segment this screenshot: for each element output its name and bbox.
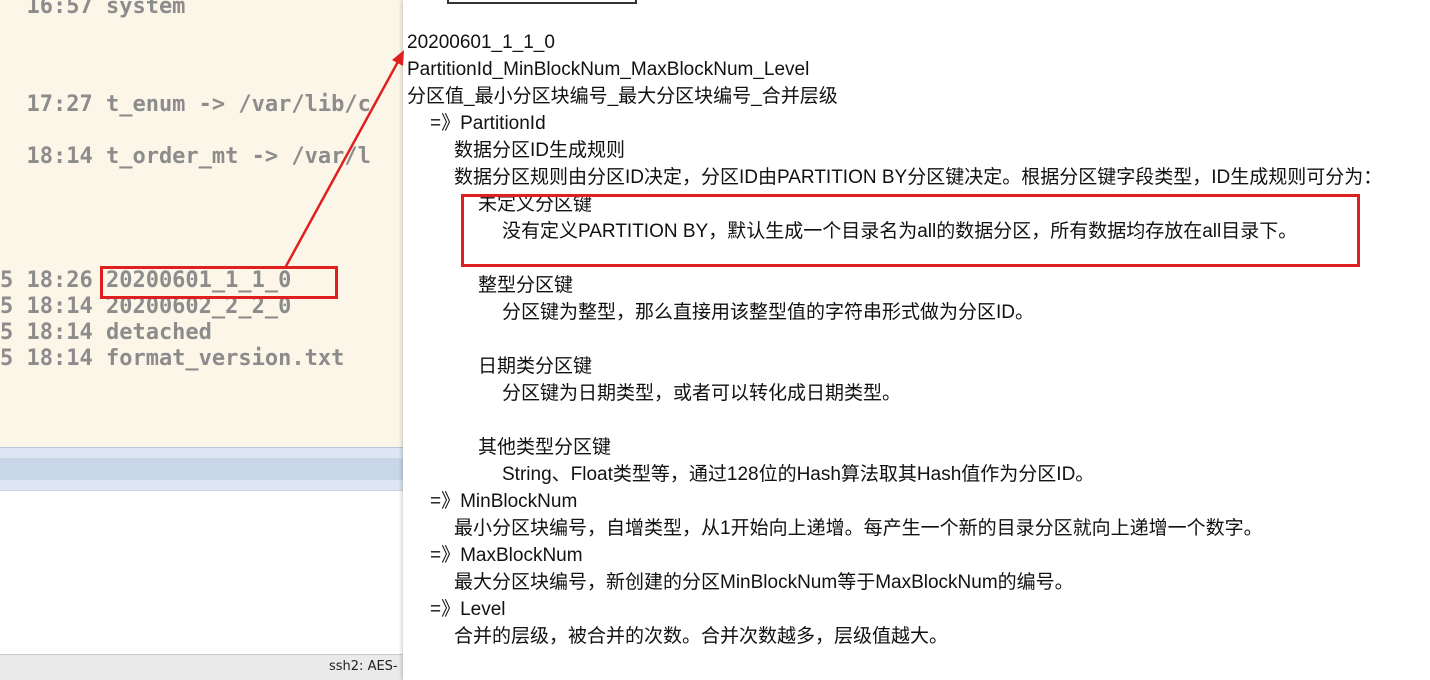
terminal-output[interactable]: 16:57 system 17:27 t_enum -> /var/lib/c … [0,0,403,447]
doc-line: String、Float类型等，通过128位的Hash算法取其Hash值作为分区… [502,464,1095,485]
doc-line: 日期类分区键 [478,356,593,377]
terminal-command-area[interactable] [0,491,403,654]
terminal-highlight-box [100,266,338,299]
terminal-line: 5 18:14 detached [0,320,212,345]
doc-line: 分区键为日期类型，或者可以转化成日期类型。 [502,383,902,404]
doc-line: =》PartitionId [430,113,546,134]
doc-line: 最大分区块编号，新创建的分区MinBlockNum等于MaxBlockNum的编… [454,572,1074,593]
doc-line: 分区值_最小分区块编号_最大分区块编号_合并层级 [407,86,838,107]
doc-line: =》MaxBlockNum [430,545,583,566]
terminal-line: 17:27 t_enum -> /var/lib/c [0,92,371,117]
doc-line: 其他类型分区键 [478,437,612,458]
cropped-code-box-fragment [447,0,637,4]
doc-line: PartitionId_MinBlockNum_MaxBlockNum_Leve… [407,59,810,80]
terminal-horizontal-scrollbar[interactable] [0,447,403,491]
doc-line: 分区键为整型，那么直接用该整型值的字符串形式做为分区ID。 [502,302,1035,323]
doc-line: 合并的层级，被合并的次数。合并次数越多，层级值越大。 [454,626,949,647]
doc-line: =》Level [430,599,506,620]
doc-line: 最小分区块编号，自增类型，从1开始向上递增。每产生一个新的目录分区就向上递增一个… [454,518,1263,539]
doc-line: 数据分区ID生成规则 [454,140,626,161]
doc-highlight-box [461,194,1360,267]
doc-line: 数据分区规则由分区ID决定，分区ID由PARTITION BY分区键决定。根据分… [454,167,1383,188]
terminal-line: 16:57 system [0,0,186,19]
doc-line: 20200601_1_1_0 [407,32,555,53]
doc-line: =》MinBlockNum [430,491,578,512]
terminal-line: 18:14 t_order_mt -> /var/l [0,144,371,169]
connection-status-text: ssh2: AES- [329,659,398,674]
doc-line: 整型分区键 [478,275,574,296]
notes-document: 20200601_1_1_0 PartitionId_MinBlockNum_M… [403,0,1430,680]
terminal-line: 5 18:14 format_version.txt [0,346,345,371]
terminal-status-bar: ssh2: AES- [0,654,403,680]
terminal-window[interactable]: 16:57 system 17:27 t_enum -> /var/lib/c … [0,0,403,680]
scrollbar-thumb[interactable] [0,458,403,480]
